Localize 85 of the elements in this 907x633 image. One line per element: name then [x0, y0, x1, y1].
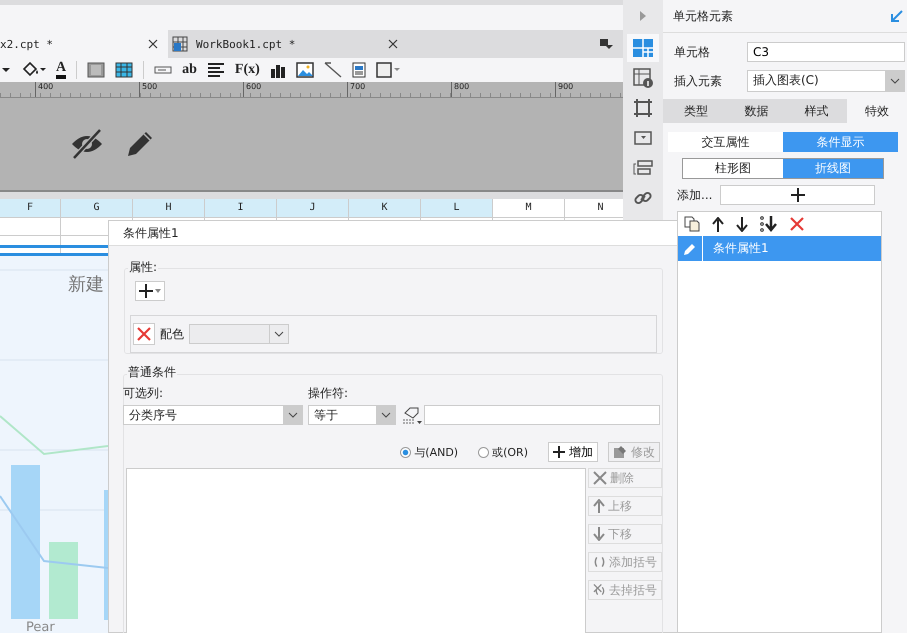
- tab-label: WorkBook1.cpt *: [196, 38, 296, 50]
- merge-icon[interactable]: [87, 62, 106, 78]
- caret-icon[interactable]: [2, 67, 10, 73]
- border-icon[interactable]: [376, 62, 400, 78]
- logic-radio[interactable]: 与(AND): [400, 444, 458, 460]
- cell-input[interactable]: C3: [747, 42, 905, 62]
- add-button[interactable]: [135, 281, 165, 301]
- ruler-label: 400: [35, 82, 139, 97]
- image-icon[interactable]: [296, 62, 314, 78]
- eye-off-icon[interactable]: [70, 128, 104, 160]
- table-icon[interactable]: [115, 62, 134, 78]
- diagonal-line-icon[interactable]: [324, 62, 342, 78]
- sub-tab[interactable]: 交互属性: [668, 132, 783, 152]
- copy-icon[interactable]: [684, 216, 700, 232]
- arrow-up-icon: [593, 499, 605, 513]
- delete-icon[interactable]: [790, 217, 804, 231]
- ruler-label: 500: [139, 82, 243, 97]
- panel-tab[interactable]: 特效: [846, 99, 907, 123]
- arrow-up-icon[interactable]: [712, 216, 724, 232]
- sheet-icon: [172, 36, 188, 52]
- column-header[interactable]: F: [0, 199, 61, 217]
- group-label: 普通条件: [127, 364, 177, 381]
- ruler-label: 600: [243, 82, 347, 97]
- field-label: 插入元素: [673, 72, 723, 90]
- field-label: 单元格: [673, 44, 711, 60]
- panel-tab[interactable]: 样式: [786, 99, 847, 123]
- arrow-down-icon: [593, 527, 605, 541]
- panel-tab[interactable]: 类型: [666, 99, 726, 123]
- format-icon[interactable]: F(x): [234, 62, 260, 78]
- add-label: 添加...: [677, 186, 712, 204]
- add-condition-button[interactable]: 增加: [548, 442, 598, 462]
- column-header[interactable]: K: [349, 199, 421, 217]
- format-icon[interactable]: ab: [182, 62, 197, 78]
- caret-icon: [288, 412, 298, 418]
- dialog-title: 条件属性1: [109, 221, 677, 246]
- axis-label: Pear: [26, 620, 55, 633]
- operator-dropdown[interactable]: 等于: [308, 405, 396, 425]
- close-icon: [593, 471, 607, 485]
- edit-icon: [613, 445, 627, 459]
- column-header[interactable]: G: [61, 199, 133, 217]
- ruler-label: 800: [451, 82, 555, 97]
- document-icon[interactable]: [352, 62, 366, 78]
- remove-parentheses-icon: [593, 583, 606, 597]
- column-header[interactable]: I: [205, 199, 277, 217]
- cell-tool-icon[interactable]: [627, 34, 659, 62]
- bar-chart-icon[interactable]: [270, 62, 286, 78]
- logic-radio[interactable]: 或(OR): [478, 444, 528, 460]
- field-label: 可选列:: [123, 385, 164, 402]
- collapse-icon[interactable]: [891, 10, 903, 22]
- panel-title: 单元格元素: [673, 8, 733, 24]
- value-input[interactable]: [424, 405, 660, 425]
- plus-icon: [553, 446, 565, 458]
- group-label: 属性:: [128, 259, 158, 276]
- paint-bucket-icon[interactable]: [20, 61, 46, 79]
- column-header[interactable]: L: [421, 199, 493, 217]
- ruler-label: 700: [347, 82, 451, 97]
- text-field-icon[interactable]: [154, 66, 172, 74]
- value-type-icon[interactable]: [402, 405, 422, 425]
- color-dropdown[interactable]: [189, 324, 289, 344]
- insert-dropdown[interactable]: 插入图表(C): [747, 70, 905, 92]
- close-icon[interactable]: [148, 39, 158, 49]
- pencil-icon: [683, 242, 697, 256]
- caret-icon: [155, 289, 161, 293]
- tab-menu-icon[interactable]: [599, 38, 613, 50]
- move-to-bottom-icon[interactable]: [760, 216, 778, 232]
- file-tab[interactable]: x2.cpt *: [0, 30, 168, 58]
- parentheses-icon: [593, 555, 606, 569]
- column-header[interactable]: J: [277, 199, 349, 217]
- remove-button[interactable]: [133, 323, 155, 345]
- color-label: 配色: [160, 326, 184, 342]
- align-left-icon[interactable]: [206, 62, 225, 78]
- caret-icon: [890, 78, 900, 84]
- close-icon[interactable]: [388, 39, 398, 49]
- column-header[interactable]: H: [133, 199, 205, 217]
- caret-icon: [274, 331, 284, 337]
- plus-icon: [139, 284, 153, 298]
- caret-icon: [381, 412, 391, 418]
- arrow-down-icon[interactable]: [736, 216, 748, 232]
- chart-type-tab[interactable]: 柱形图: [683, 159, 783, 178]
- panel-tab[interactable]: 数据: [726, 99, 786, 123]
- chart-title: 新建: [68, 273, 104, 296]
- field-label: 操作符:: [308, 385, 348, 402]
- tab-label: x2.cpt *: [0, 38, 54, 50]
- column-dropdown[interactable]: 分类序号: [123, 405, 303, 425]
- plus-icon: [790, 188, 805, 202]
